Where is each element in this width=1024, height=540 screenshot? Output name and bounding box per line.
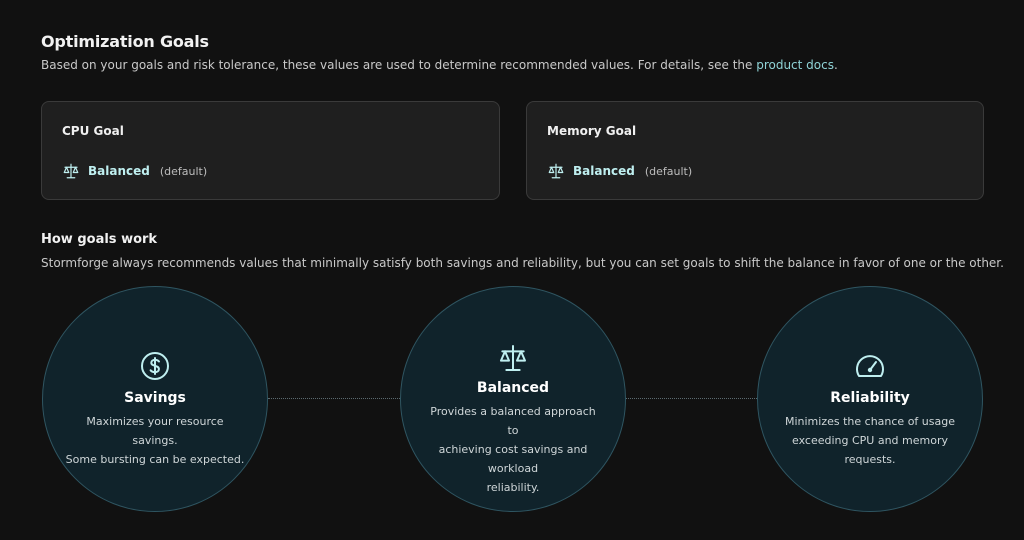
scale-icon: [62, 162, 80, 180]
dollar-circle-icon: [139, 350, 171, 386]
savings-description: Maximizes your resource savings. Some bu…: [65, 412, 245, 469]
scale-icon: [497, 342, 529, 378]
optimization-goals-panel: Optimization Goals Based on your goals a…: [0, 0, 1024, 540]
cpu-goal-default: (default): [159, 164, 208, 178]
balanced-description-line: reliability.: [486, 481, 540, 494]
memory-goal-default: (default): [644, 164, 693, 178]
balanced-description-line: Provides a balanced approach to: [430, 405, 596, 437]
product-docs-link[interactable]: product docs: [756, 58, 834, 72]
reliability-description-line: Minimizes the chance of usage: [784, 415, 955, 428]
reliability-title: Reliability: [830, 390, 910, 406]
cpu-goal-card: CPU Goal Balanced (default): [41, 101, 500, 200]
savings-mode: Savings Maximizes your resource savings.…: [42, 286, 268, 512]
subtitle-text: Based on your goals and risk tolerance, …: [41, 58, 757, 72]
reliability-mode: Reliability Minimizes the chance of usag…: [757, 286, 983, 512]
savings-description-line: Maximizes your resource savings.: [86, 415, 224, 447]
memory-goal-selector[interactable]: Balanced (default): [547, 162, 692, 180]
memory-goal-card: Memory Goal Balanced (default): [526, 101, 984, 200]
scale-icon: [547, 162, 565, 180]
how-goals-description: Stormforge always recommends values that…: [41, 256, 1004, 270]
memory-goal-title: Memory Goal: [547, 124, 637, 138]
cpu-goal-title: CPU Goal: [62, 124, 124, 138]
savings-title: Savings: [124, 390, 186, 406]
gauge-icon: [853, 350, 887, 386]
how-goals-title: How goals work: [41, 232, 158, 247]
connector-line: [268, 398, 400, 399]
reliability-description: Minimizes the chance of usage exceeding …: [780, 412, 960, 469]
page-subtitle: Based on your goals and risk tolerance, …: [41, 58, 838, 72]
balanced-description: Provides a balanced approach to achievin…: [423, 402, 603, 497]
subtitle-suffix: .: [833, 58, 838, 72]
cpu-goal-selector[interactable]: Balanced (default): [62, 162, 207, 180]
balanced-description-line: achieving cost savings and workload: [438, 443, 588, 475]
page-title: Optimization Goals: [41, 32, 209, 51]
memory-goal-value: Balanced: [573, 164, 635, 178]
connector-line: [626, 398, 757, 399]
reliability-description-line: exceeding CPU and memory requests.: [792, 434, 948, 466]
balanced-title: Balanced: [476, 380, 550, 396]
cpu-goal-value: Balanced: [88, 164, 150, 178]
balanced-mode: Balanced Provides a balanced approach to…: [400, 286, 626, 512]
savings-description-line: Some bursting can be expected.: [65, 453, 245, 466]
